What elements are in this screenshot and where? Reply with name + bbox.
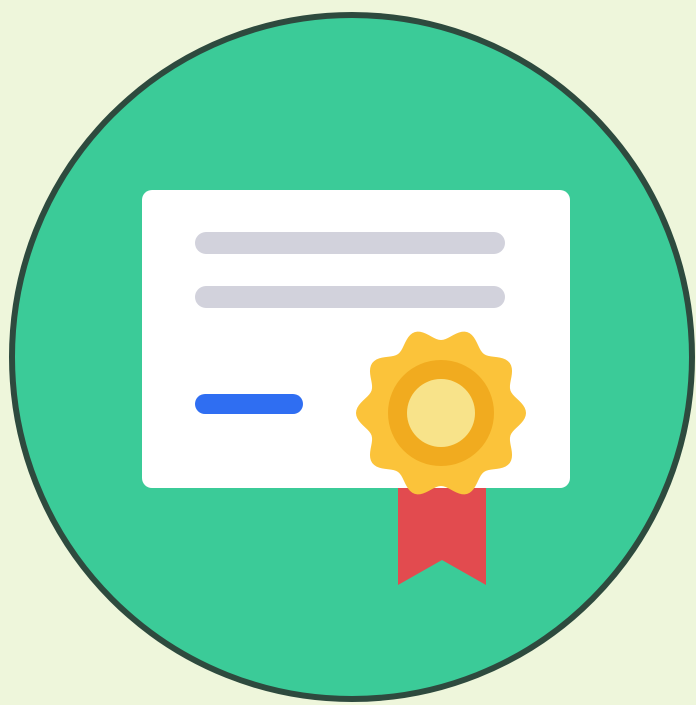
text-placeholder-line-2 (195, 286, 505, 308)
text-placeholder-line-1 (195, 232, 505, 254)
signature-line (195, 394, 303, 414)
seal-center (407, 379, 475, 447)
certificate-illustration (0, 0, 696, 705)
certificate-icon (0, 0, 696, 705)
